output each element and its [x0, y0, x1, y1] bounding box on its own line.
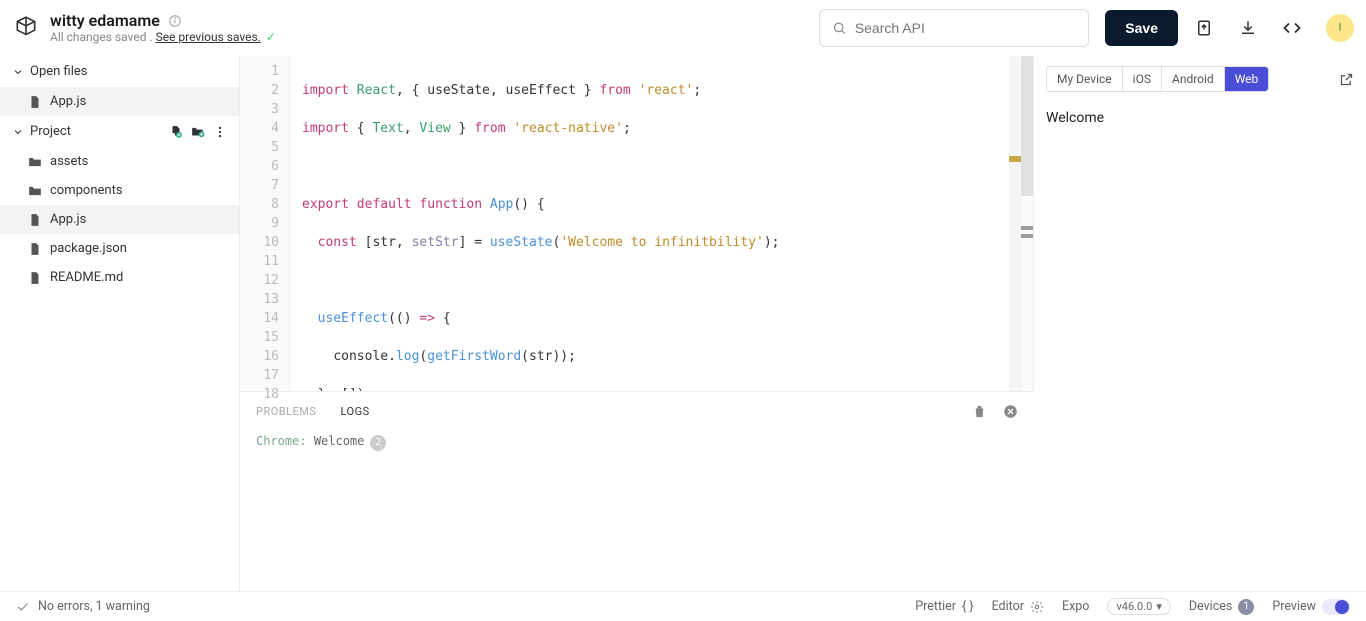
devices-count-badge: 1: [1238, 599, 1254, 615]
file-icon: [28, 213, 42, 227]
preview-toggle[interactable]: Preview: [1272, 599, 1350, 615]
more-icon[interactable]: [213, 125, 227, 139]
previous-saves-link[interactable]: See previous saves.: [156, 30, 261, 44]
device-tab-android[interactable]: Android: [1162, 67, 1225, 91]
code-icon[interactable]: [1274, 10, 1310, 46]
folder-icon: [28, 184, 42, 198]
search-input[interactable]: [819, 9, 1089, 47]
device-tabs: My Device iOS Android Web: [1046, 66, 1269, 92]
save-status: All changes saved . See previous saves. …: [50, 30, 276, 44]
device-tab-mydevice[interactable]: My Device: [1047, 67, 1123, 91]
open-file-item[interactable]: App.js: [0, 87, 239, 116]
preview-panel: My Device iOS Android Web Welcome: [1034, 56, 1366, 591]
chevron-down-icon: [12, 126, 24, 138]
status-bar: No errors, 1 warning Prettier { } Editor…: [0, 591, 1366, 621]
expo-label: Expo: [1062, 599, 1089, 614]
file-icon: [28, 95, 42, 109]
file-icon: [28, 271, 42, 285]
caret-down-icon: ▾: [1156, 600, 1162, 613]
open-files-header[interactable]: Open files: [0, 56, 239, 87]
preview-output: Welcome: [1034, 102, 1366, 591]
chevron-down-icon: [12, 66, 24, 78]
editor-settings-button[interactable]: Editor: [992, 599, 1044, 614]
trash-icon[interactable]: [972, 404, 987, 419]
device-tab-ios[interactable]: iOS: [1123, 67, 1162, 91]
sidebar: Open files App.js Project assets: [0, 56, 240, 591]
log-count-badge: 2: [370, 435, 386, 451]
project-item-folder[interactable]: components: [0, 176, 239, 205]
braces-icon: { }: [962, 599, 974, 614]
project-item-file[interactable]: package.json: [0, 234, 239, 263]
search-icon: [832, 20, 847, 36]
code-editor[interactable]: 123456789101112131415161718 import React…: [240, 56, 1034, 391]
folder-icon: [28, 155, 42, 169]
new-file-icon[interactable]: [169, 125, 183, 139]
close-panel-icon[interactable]: [1003, 404, 1018, 419]
line-gutter: 123456789101112131415161718: [240, 56, 290, 391]
project-item-file[interactable]: README.md: [0, 263, 239, 292]
gear-icon: [1030, 600, 1044, 614]
device-tab-web[interactable]: Web: [1225, 67, 1269, 91]
tab-logs[interactable]: LOGS: [340, 405, 369, 418]
prettier-button[interactable]: Prettier { }: [915, 599, 973, 614]
toggle-icon[interactable]: [1322, 599, 1350, 615]
check-icon: ✓: [266, 30, 276, 44]
devices-button[interactable]: Devices 1: [1189, 599, 1254, 615]
expo-version-selector[interactable]: v46.0.0 ▾: [1107, 598, 1170, 615]
minimap[interactable]: [1009, 56, 1021, 391]
open-external-icon[interactable]: [1339, 72, 1354, 87]
scrollbar[interactable]: [1021, 56, 1033, 391]
save-button[interactable]: Save: [1105, 10, 1178, 46]
project-item-folder[interactable]: assets: [0, 147, 239, 176]
code-content[interactable]: import React, { useState, useEffect } fr…: [290, 56, 1009, 391]
log-output: Chrome: Welcome2: [240, 430, 1034, 591]
import-icon[interactable]: [1186, 10, 1222, 46]
project-title: witty edamame: [50, 11, 160, 30]
info-icon[interactable]: [168, 14, 182, 28]
bottom-panel: PROBLEMS LOGS Chrome: Welcome2: [240, 391, 1034, 591]
status-text: No errors, 1 warning: [38, 599, 150, 614]
project-header[interactable]: Project: [0, 116, 239, 147]
check-icon: [16, 600, 30, 614]
header: witty edamame All changes saved . See pr…: [0, 0, 1366, 56]
download-icon[interactable]: [1230, 10, 1266, 46]
app-logo-icon: [12, 14, 40, 42]
new-folder-icon[interactable]: [191, 125, 205, 139]
tab-problems[interactable]: PROBLEMS: [256, 405, 316, 418]
file-icon: [28, 242, 42, 256]
project-item-file[interactable]: App.js: [0, 205, 239, 234]
avatar[interactable]: I: [1326, 14, 1354, 42]
